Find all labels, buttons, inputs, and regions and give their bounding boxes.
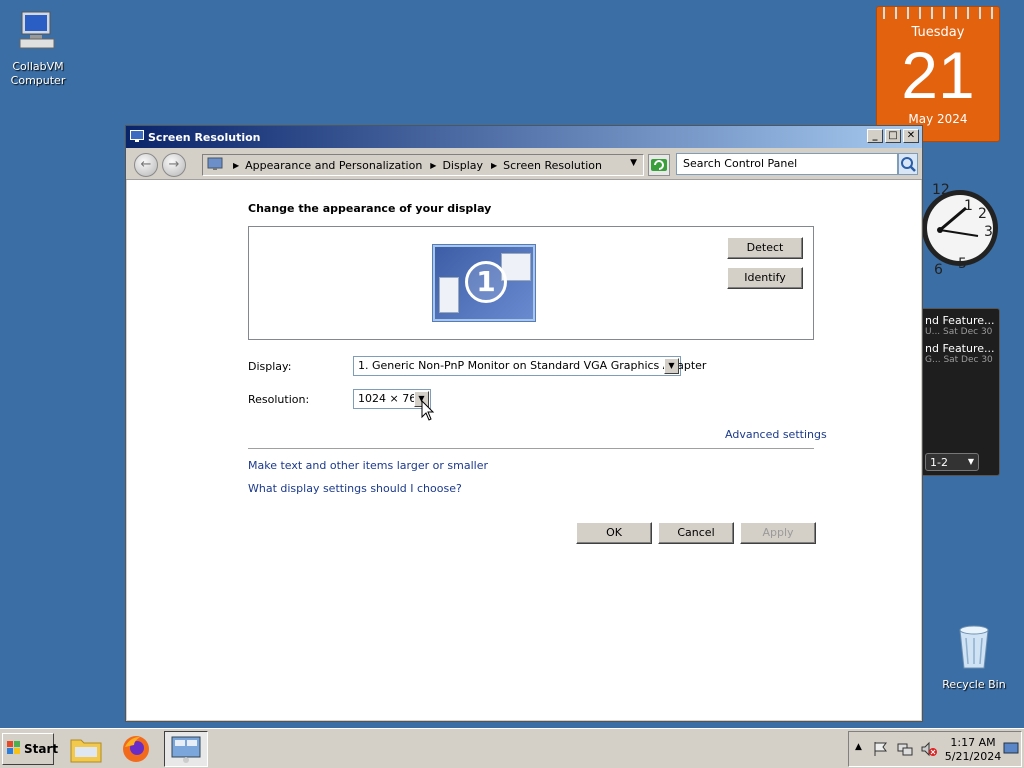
- identify-button[interactable]: Identify: [727, 267, 803, 289]
- cancel-button[interactable]: Cancel: [658, 522, 734, 544]
- forward-arrow-icon: →: [168, 157, 180, 172]
- clock-num-3: 3: [984, 224, 993, 240]
- display-preview-panel: 1 Detect Identify: [248, 226, 814, 340]
- feed-item-date: Sat Dec 30: [943, 355, 993, 365]
- navigation-bar: ← → ▶ Appearance and Personalization ▶ D…: [126, 148, 922, 180]
- start-label: Start: [24, 742, 59, 756]
- clock-num-1: 1: [964, 198, 973, 214]
- feed-item-title: nd Feature...: [925, 314, 995, 327]
- taskbar-control-panel-button[interactable]: [164, 731, 208, 767]
- desktop-computer-icon[interactable]: CollabVM Computer: [0, 10, 76, 88]
- refresh-button[interactable]: [648, 154, 670, 176]
- computer-icon: [0, 10, 76, 56]
- calendar-day: 21: [901, 38, 975, 112]
- desktop-recycle-bin[interactable]: Recycle Bin: [936, 624, 1012, 692]
- breadcrumb-arrow-icon[interactable]: ▶: [491, 161, 497, 170]
- feed-pager-label: 1-2: [930, 456, 948, 469]
- taskbar-firefox-button[interactable]: [114, 731, 158, 767]
- back-arrow-icon: ←: [140, 157, 152, 172]
- tray-clock[interactable]: 1:17 AM 5/21/2024: [943, 736, 1003, 764]
- search-button[interactable]: [898, 153, 918, 175]
- close-button[interactable]: ✕: [903, 129, 919, 143]
- display-settings-help-link[interactable]: What display settings should I choose?: [248, 482, 462, 495]
- breadcrumb-screen-resolution[interactable]: Screen Resolution: [503, 159, 602, 172]
- control-panel-icon: [207, 157, 223, 174]
- breadcrumb-arrow-icon[interactable]: ▶: [233, 161, 239, 170]
- desktop-computer-label-1: CollabVM: [12, 60, 64, 73]
- clock-num-6: 6: [934, 262, 943, 278]
- feed-item-source: G...: [925, 355, 941, 365]
- show-desktop-icon[interactable]: [1003, 742, 1019, 759]
- calendar-rings: [877, 7, 999, 19]
- content-area: Change the appearance of your display 1 …: [126, 180, 922, 720]
- breadcrumb-appearance[interactable]: Appearance and Personalization: [245, 159, 422, 172]
- forward-button[interactable]: →: [162, 153, 186, 177]
- detect-button[interactable]: Detect: [727, 237, 803, 259]
- calendar-month-year: May 2024: [908, 112, 968, 126]
- feed-item-date: Sat Dec 30: [943, 327, 993, 337]
- display-label: Display:: [248, 360, 292, 373]
- feed-gadget[interactable]: nd Feature... U... Sat Dec 30 nd Feature…: [920, 308, 1000, 476]
- network-icon[interactable]: [897, 741, 913, 760]
- calendar-gadget[interactable]: Tuesday 21 May 2024: [876, 6, 1000, 142]
- resolution-label: Resolution:: [248, 393, 310, 406]
- system-tray: ▲ 1:17 AM 5/21/2024: [848, 731, 1022, 767]
- volume-muted-icon[interactable]: [921, 741, 937, 760]
- feed-item-source: U...: [925, 327, 941, 337]
- recycle-bin-icon: [936, 624, 1012, 674]
- firefox-icon: [123, 736, 149, 762]
- monitor-number: 1: [465, 261, 507, 303]
- address-bar[interactable]: ▶ Appearance and Personalization ▶ Displ…: [202, 154, 644, 176]
- page-heading: Change the appearance of your display: [248, 202, 492, 215]
- monitor-1[interactable]: 1: [433, 245, 535, 321]
- search-icon: [901, 157, 916, 172]
- windows-logo-icon: [7, 740, 21, 758]
- ok-button[interactable]: OK: [576, 522, 652, 544]
- divider: [248, 448, 814, 449]
- chevron-down-icon: ▼: [967, 457, 974, 466]
- folder-icon: [70, 739, 102, 763]
- feed-pager[interactable]: 1-2 ▼: [925, 453, 979, 471]
- search-input[interactable]: Search Control Panel: [676, 153, 898, 175]
- refresh-icon: [651, 159, 667, 171]
- back-button[interactable]: ←: [134, 153, 158, 177]
- display-settings-icon: [130, 129, 144, 145]
- address-dropdown-icon[interactable]: ▼: [630, 158, 637, 168]
- mouse-cursor-icon: [421, 399, 435, 425]
- display-select[interactable]: 1. Generic Non-PnP Monitor on Standard V…: [353, 356, 706, 376]
- breadcrumb-arrow-icon[interactable]: ▶: [430, 161, 436, 170]
- clock-num-5: 5: [958, 256, 967, 272]
- tray-date: 5/21/2024: [944, 750, 1002, 763]
- breadcrumb-display[interactable]: Display: [442, 159, 483, 172]
- tray-time: 1:17 AM: [950, 736, 996, 749]
- resolution-select[interactable]: 1024 × 768 ▼: [353, 389, 431, 409]
- desktop-computer-label-2: Computer: [10, 74, 66, 87]
- show-hidden-icons-icon[interactable]: ▲: [855, 742, 862, 752]
- display-select-value: 1. Generic Non-PnP Monitor on Standard V…: [358, 359, 707, 372]
- search-placeholder: Search Control Panel: [683, 157, 798, 170]
- window-title: Screen Resolution: [148, 130, 261, 144]
- clock-num-12: 12: [932, 182, 950, 198]
- minimize-button[interactable]: _: [867, 129, 883, 143]
- feed-item-title: nd Feature...: [925, 342, 995, 355]
- screen-resolution-window: Screen Resolution _ □ ✕ ← → ▶ Appearance…: [125, 125, 923, 722]
- clock-face: 12 1 2 3 5 6: [922, 182, 998, 278]
- feed-item[interactable]: nd Feature... U... Sat Dec 30: [921, 309, 999, 337]
- start-button[interactable]: Start: [2, 733, 58, 765]
- feed-item[interactable]: nd Feature... G... Sat Dec 30: [921, 337, 999, 365]
- title-bar[interactable]: Screen Resolution _ □ ✕: [126, 126, 922, 148]
- taskbar: Start ▲ 1:17 AM 5/21/2024: [0, 728, 1024, 768]
- taskbar-explorer-button[interactable]: [64, 731, 108, 767]
- clock-gadget[interactable]: 12 1 2 3 5 6: [920, 166, 1002, 294]
- chevron-down-icon[interactable]: ▼: [664, 358, 679, 374]
- action-center-flag-icon[interactable]: [873, 741, 889, 760]
- control-panel-icon: [171, 736, 201, 763]
- apply-button[interactable]: Apply: [740, 522, 816, 544]
- text-size-link[interactable]: Make text and other items larger or smal…: [248, 459, 488, 472]
- advanced-settings-link[interactable]: Advanced settings: [725, 428, 827, 441]
- recycle-bin-label: Recycle Bin: [942, 678, 1006, 691]
- maximize-button[interactable]: □: [885, 129, 901, 143]
- clock-num-2: 2: [978, 206, 987, 222]
